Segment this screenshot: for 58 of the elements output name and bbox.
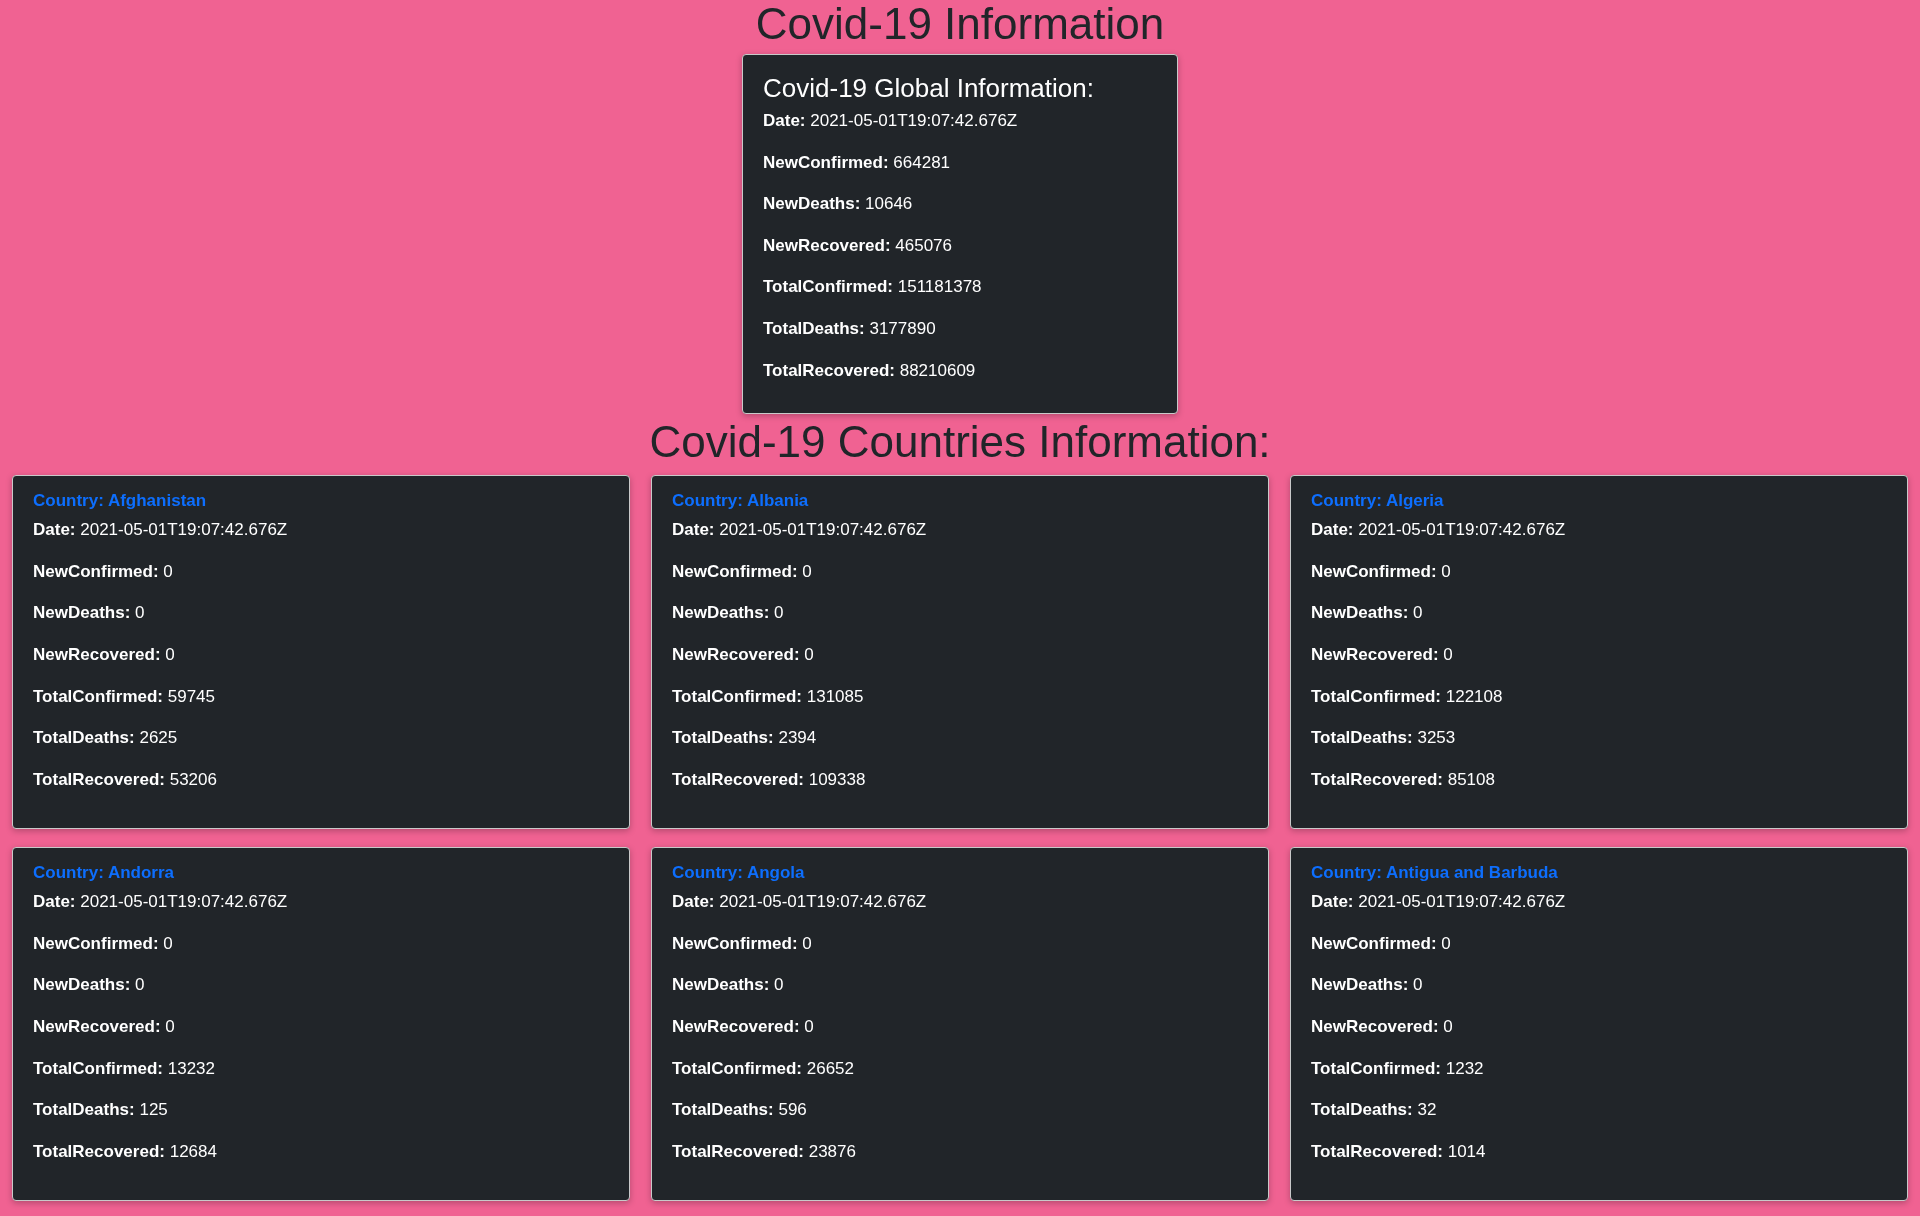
stat-line: NewConfirmed: 0 <box>672 932 813 955</box>
stat-line: NewDeaths: 10646 <box>763 193 914 216</box>
stat-line: NewDeaths: 0 <box>33 974 146 997</box>
country-title: Country: Albania <box>672 490 810 513</box>
stat-line: TotalConfirmed: 26652 <box>672 1057 855 1080</box>
stat-line: TotalRecovered: 12684 <box>33 1140 218 1163</box>
stat-line: TotalDeaths: 2625 <box>33 727 179 750</box>
stat-line: TotalDeaths: 596 <box>672 1099 808 1122</box>
country-title: Country: Algeria <box>1311 490 1445 513</box>
stat-line: TotalDeaths: 3253 <box>1311 727 1457 750</box>
section-title: Covid-19 Countries Information: <box>648 418 1272 467</box>
stat-line: TotalDeaths: 3177890 <box>763 317 937 340</box>
stat-line: NewRecovered: 0 <box>672 643 815 666</box>
stat-line: TotalDeaths: 32 <box>1311 1099 1438 1122</box>
country-title: Country: Andorra <box>33 862 176 885</box>
stat-line: NewConfirmed: 0 <box>1311 932 1452 955</box>
stat-line: Date: 2021-05-01T19:07:42.676Z <box>672 891 928 914</box>
stat-line: NewDeaths: 0 <box>672 602 785 625</box>
stat-line: TotalRecovered: 53206 <box>33 768 218 791</box>
stat-line: NewDeaths: 0 <box>33 602 146 625</box>
stat-line: TotalConfirmed: 122108 <box>1311 685 1504 708</box>
stat-line: NewRecovered: 0 <box>1311 643 1454 666</box>
stat-line: TotalRecovered: 109338 <box>672 768 867 791</box>
stat-line: TotalRecovered: 88210609 <box>763 359 977 382</box>
card-title: Covid-19 Global Information: <box>763 72 1095 104</box>
stat-line: TotalRecovered: 1014 <box>1311 1140 1487 1163</box>
stat-line: TotalRecovered: 85108 <box>1311 768 1496 791</box>
stat-line: NewDeaths: 0 <box>672 974 785 997</box>
stat-line: TotalConfirmed: 13232 <box>33 1057 216 1080</box>
country-title: Country: Afghanistan <box>33 490 208 513</box>
stat-line: NewConfirmed: 0 <box>33 560 174 583</box>
stat-line: NewConfirmed: 0 <box>1311 560 1452 583</box>
stat-line: NewRecovered: 0 <box>1311 1015 1454 1038</box>
stat-line: NewConfirmed: 664281 <box>763 151 952 174</box>
stat-line: NewRecovered: 0 <box>33 1015 176 1038</box>
stat-line: Date: 2021-05-01T19:07:42.676Z <box>763 110 1019 132</box>
stat-line: NewConfirmed: 0 <box>33 932 174 955</box>
stat-line: Date: 2021-05-01T19:07:42.676Z <box>1311 891 1567 914</box>
stat-line: NewRecovered: 0 <box>33 643 176 666</box>
stat-line: NewRecovered: 465076 <box>763 234 953 257</box>
stat-line: TotalConfirmed: 151181378 <box>763 276 983 299</box>
stat-line: TotalConfirmed: 1232 <box>1311 1057 1485 1080</box>
stat-line: TotalRecovered: 23876 <box>672 1140 857 1163</box>
country-title: Country: Antigua and Barbuda <box>1311 862 1559 885</box>
stat-line: Date: 2021-05-01T19:07:42.676Z <box>33 891 289 914</box>
country-title: Country: Angola <box>672 862 806 885</box>
stat-line: Date: 2021-05-01T19:07:42.676Z <box>1311 519 1567 542</box>
stat-line: TotalConfirmed: 131085 <box>672 685 865 708</box>
stat-line: Date: 2021-05-01T19:07:42.676Z <box>33 519 289 542</box>
stat-line: NewRecovered: 0 <box>672 1015 815 1038</box>
stat-line: TotalConfirmed: 59745 <box>33 685 216 708</box>
page-title: Covid-19 Information <box>754 0 1166 48</box>
stat-line: NewDeaths: 0 <box>1311 602 1424 625</box>
stat-line: TotalDeaths: 2394 <box>672 727 818 750</box>
stat-line: TotalDeaths: 125 <box>33 1099 169 1122</box>
stat-line: NewConfirmed: 0 <box>672 560 813 583</box>
stat-line: NewDeaths: 0 <box>1311 974 1424 997</box>
stat-line: Date: 2021-05-01T19:07:42.676Z <box>672 519 928 542</box>
